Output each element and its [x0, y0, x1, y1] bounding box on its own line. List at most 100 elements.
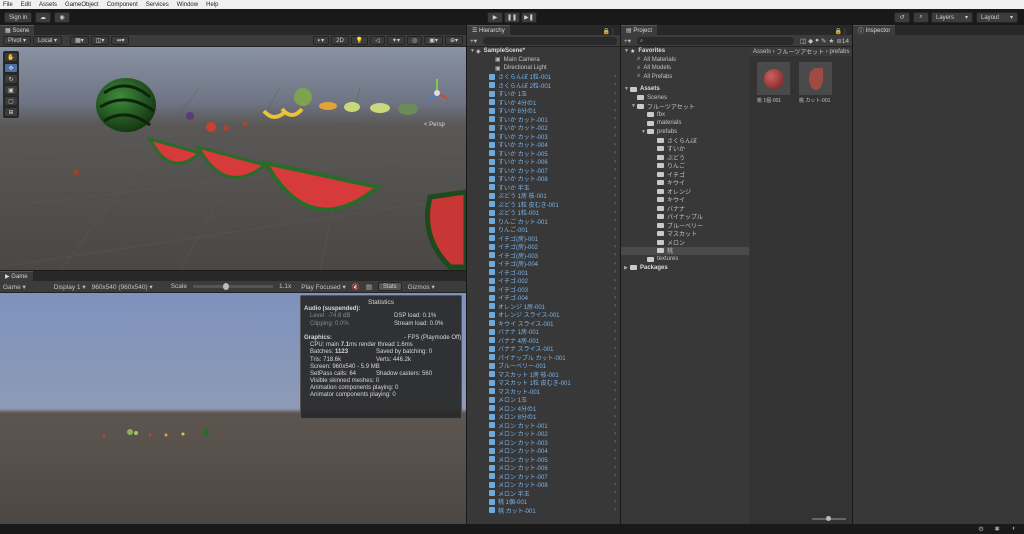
- list-item[interactable]: メロン カット-006 ›: [467, 464, 620, 472]
- favorite-icon[interactable]: ★: [828, 37, 834, 45]
- list-item[interactable]: すいか カット-006 ›: [467, 158, 620, 166]
- folder-item[interactable]: すいか: [621, 145, 749, 153]
- chevron-right-icon[interactable]: ›: [614, 499, 616, 505]
- list-item[interactable]: さくらんぼ 1粒-001 ›: [467, 73, 620, 81]
- chevron-right-icon[interactable]: ›: [614, 150, 616, 156]
- tab-hierarchy[interactable]: ☰ Hierarchy: [467, 25, 510, 35]
- menu-component[interactable]: Component: [107, 2, 138, 8]
- folder-materials[interactable]: materials: [621, 119, 749, 128]
- chevron-right-icon[interactable]: ›: [614, 354, 616, 360]
- tab-project[interactable]: ▤ Project: [621, 25, 658, 35]
- tab-inspector[interactable]: ⓘ Inspector: [853, 25, 896, 35]
- tab-game[interactable]: ▶ Game: [0, 271, 33, 281]
- hidden-icon[interactable]: ◎: [407, 36, 423, 45]
- menu-services[interactable]: Services: [146, 2, 169, 8]
- project-search-input[interactable]: ⌕: [637, 36, 794, 45]
- layers-dropdown[interactable]: Layers ▾: [931, 12, 973, 23]
- list-item[interactable]: ぶどう 1粒-001 ›: [467, 209, 620, 217]
- chevron-right-icon[interactable]: ›: [614, 91, 616, 97]
- chevron-right-icon[interactable]: ›: [614, 210, 616, 216]
- folder-item[interactable]: イチゴ: [621, 170, 749, 179]
- list-item[interactable]: メロン 1玉 ›: [467, 396, 620, 404]
- pause-button[interactable]: ❚❚: [504, 12, 520, 23]
- chevron-right-icon[interactable]: ›: [614, 99, 616, 105]
- list-item[interactable]: イチゴ-001 ›: [467, 268, 620, 277]
- chevron-right-icon[interactable]: ›: [614, 320, 616, 326]
- chevron-right-icon[interactable]: ›: [614, 201, 616, 207]
- display-dropdown[interactable]: Display 1 ▾: [54, 283, 86, 291]
- game-view[interactable]: Statistics Audio (suspended): Level: -74…: [0, 293, 466, 524]
- chevron-right-icon[interactable]: ›: [614, 388, 616, 394]
- scene-view[interactable]: < Persp ✋ ✥ ↻ ▣ ▢ ⊞: [0, 47, 466, 270]
- list-item[interactable]: マスカット 1房 枝-001 ›: [467, 370, 620, 379]
- gizmos-icon[interactable]: ⊕▾: [444, 36, 463, 45]
- list-item[interactable]: すいか カット-001 ›: [467, 115, 620, 124]
- list-item[interactable]: すいか カット-008 ›: [467, 175, 620, 183]
- list-item[interactable]: メロン カット-001 ›: [467, 421, 620, 430]
- list-item[interactable]: すいか カット-005 ›: [467, 149, 620, 158]
- chevron-right-icon[interactable]: ›: [614, 82, 616, 88]
- assets-folder[interactable]: ▼ Assets: [621, 85, 749, 94]
- chevron-right-icon[interactable]: ›: [614, 252, 616, 258]
- chevron-right-icon[interactable]: ›: [614, 193, 616, 199]
- search-icon[interactable]: ⌕: [913, 12, 929, 23]
- chevron-right-icon[interactable]: ›: [614, 371, 616, 377]
- asset-tile[interactable]: 桃 カット-001: [799, 62, 839, 104]
- chevron-right-icon[interactable]: ›: [614, 295, 616, 301]
- folder-item[interactable]: さくらんぼ: [621, 136, 749, 145]
- hidden-packages-icon[interactable]: ✎: [821, 37, 826, 45]
- chevron-right-icon[interactable]: ›: [614, 380, 616, 386]
- chevron-right-icon[interactable]: ›: [614, 490, 616, 496]
- list-item[interactable]: りんご-001 ›: [467, 226, 620, 234]
- menu-assets[interactable]: Assets: [39, 2, 57, 8]
- folder-item[interactable]: オレンジ: [621, 187, 749, 196]
- rotate-tool-icon[interactable]: ↻: [4, 74, 18, 84]
- list-item[interactable]: オレンジ スライス-001 ›: [467, 311, 620, 319]
- add-icon[interactable]: +▾: [624, 37, 631, 45]
- chevron-right-icon[interactable]: ›: [614, 116, 616, 122]
- asset-tile[interactable]: 桃 1個-001: [757, 62, 793, 104]
- add-icon[interactable]: +▾: [470, 37, 477, 45]
- list-item[interactable]: ▣ Main Camera: [467, 56, 620, 65]
- breadcrumb-assets[interactable]: Assets: [753, 49, 771, 55]
- folder-item[interactable]: キウイ: [621, 179, 749, 187]
- folder-prefabs[interactable]: ▼ prefabs: [621, 128, 749, 137]
- audio-icon[interactable]: ◁: [370, 36, 385, 45]
- list-item[interactable]: イチゴ(房)-002 ›: [467, 243, 620, 251]
- folder-item[interactable]: キウイ: [621, 196, 749, 204]
- list-item[interactable]: イチゴ(房)-004 ›: [467, 260, 620, 268]
- lock-icon[interactable]: 🔒⋮: [603, 28, 616, 35]
- grid-icon[interactable]: ◫▾: [90, 36, 110, 45]
- local-dropdown[interactable]: Local ▾: [33, 36, 63, 45]
- folder-item[interactable]: メロン: [621, 238, 749, 247]
- breadcrumb-prefabs[interactable]: prefabs: [829, 49, 849, 55]
- list-item[interactable]: ぶどう 1房 枝-001 ›: [467, 192, 620, 200]
- thumbnail-size-slider[interactable]: [812, 516, 846, 521]
- list-item[interactable]: バナナ スライス-001 ›: [467, 345, 620, 353]
- camera-icon[interactable]: ▣▾: [424, 36, 443, 45]
- chevron-right-icon[interactable]: ›: [614, 303, 616, 309]
- list-item[interactable]: さくらんぼ 2粒-001 ›: [467, 81, 620, 90]
- mode-2d-button[interactable]: 2D: [331, 36, 349, 45]
- draw-mode-icon[interactable]: ◐▾: [312, 36, 330, 45]
- chevron-right-icon[interactable]: ›: [614, 312, 616, 318]
- list-item[interactable]: すいか 1玉 ›: [467, 90, 620, 98]
- favorite-item[interactable]: ⌕ All Models: [621, 64, 749, 73]
- chevron-right-icon[interactable]: ›: [614, 218, 616, 224]
- menu-gameobject[interactable]: GameObject: [65, 2, 99, 8]
- list-item[interactable]: すいか カット-002 ›: [467, 124, 620, 132]
- packages-folder[interactable]: ▶ Packages: [621, 264, 749, 273]
- mute-icon[interactable]: 🔇: [352, 283, 360, 291]
- list-item[interactable]: りんご カット-001 ›: [467, 217, 620, 226]
- chevron-right-icon[interactable]: ›: [614, 414, 616, 420]
- list-item[interactable]: バナナ 1房-001 ›: [467, 328, 620, 336]
- filter-type-icon[interactable]: ◫: [800, 37, 806, 45]
- list-item[interactable]: メロン カット-005 ›: [467, 455, 620, 464]
- effects-icon[interactable]: ✦▾: [386, 36, 406, 45]
- cloud-icon[interactable]: ☁: [35, 12, 51, 23]
- folder-item[interactable]: ぶどう: [621, 153, 749, 162]
- list-item[interactable]: イチゴ(房)-001 ›: [467, 234, 620, 243]
- favorite-item[interactable]: ⌕ All Prefabs: [621, 73, 749, 82]
- chevron-right-icon[interactable]: ›: [614, 269, 616, 275]
- list-item[interactable]: イチゴ-003 ›: [467, 285, 620, 294]
